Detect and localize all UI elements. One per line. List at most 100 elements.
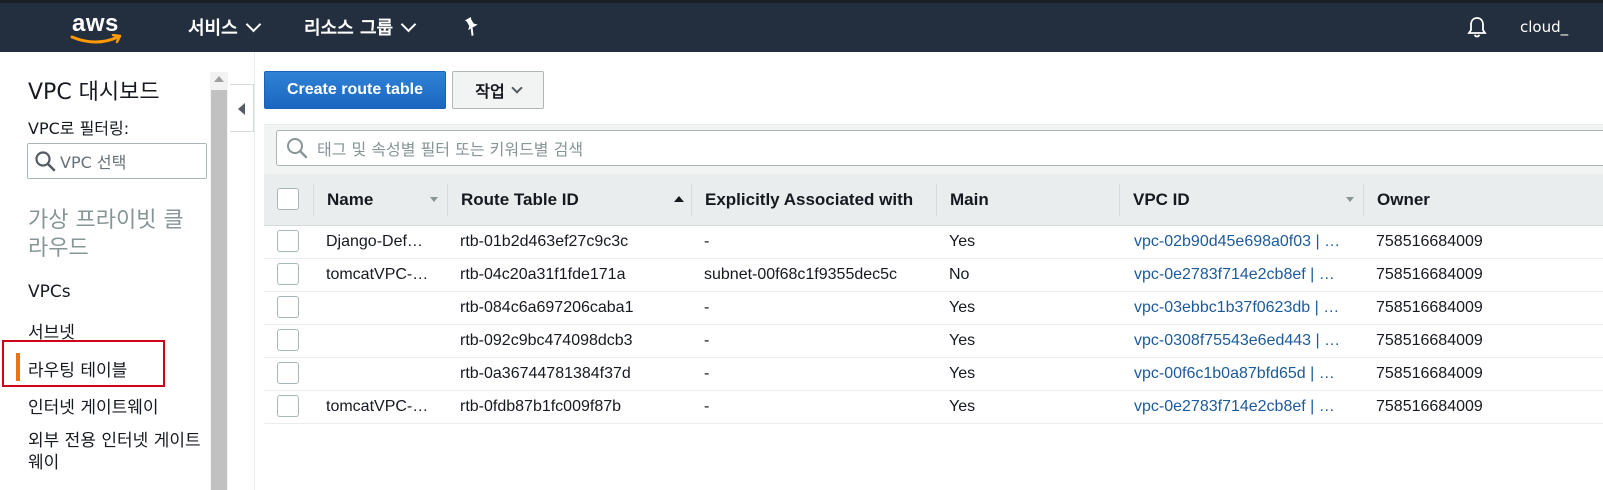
cell-association: - — [704, 232, 710, 250]
cell-association: subnet-00f68c1f9355dec5c — [704, 265, 898, 283]
cell-association: - — [704, 364, 710, 382]
row-checkbox[interactable] — [277, 395, 299, 417]
collapse-sidebar-button[interactable] — [230, 84, 254, 132]
chevron-down-icon — [400, 16, 417, 33]
sort-ascending-icon[interactable] — [674, 196, 684, 202]
vpc-filter-label: VPC로 필터링: — [28, 119, 130, 138]
search-icon — [287, 138, 308, 159]
user-menu[interactable]: cloud_ — [1520, 18, 1568, 36]
row-checkbox[interactable] — [277, 362, 299, 384]
vpc-select[interactable]: VPC 선택 — [27, 143, 207, 179]
column-separator — [1363, 184, 1364, 216]
cell-name: Django-Def… — [326, 232, 423, 250]
select-all-checkbox[interactable] — [277, 188, 299, 210]
cell-name — [326, 324, 441, 357]
resource-groups-menu[interactable]: 리소스 그룹 — [304, 14, 417, 40]
column-separator — [1119, 184, 1120, 216]
table-row[interactable]: tomcatVPC-… rtb-04c20a31f1fde171a subnet… — [264, 258, 1603, 292]
create-route-table-button[interactable]: Create route table — [264, 71, 446, 109]
cell-association: - — [704, 331, 710, 349]
cell-vpc-link[interactable]: vpc-00f6c1b0a87bfd65d | … — [1134, 357, 1359, 390]
search-icon — [35, 151, 56, 172]
cell-route-table-id: rtb-01b2d463ef27c9c3c — [460, 232, 629, 250]
column-header-main[interactable]: Main — [950, 174, 989, 225]
column-separator — [313, 184, 314, 216]
sidebar-section-title: 가상 프라이빗 클라우드 — [28, 208, 184, 261]
search-placeholder: 태그 및 속성별 필터 또는 키워드별 검색 — [317, 140, 584, 159]
cell-owner: 758516684009 — [1376, 298, 1483, 316]
scroll-up-arrow-icon[interactable] — [214, 76, 224, 82]
cell-association: - — [704, 298, 710, 316]
cell-owner: 758516684009 — [1376, 232, 1483, 250]
column-separator — [447, 184, 448, 216]
services-menu[interactable]: 서비스 — [188, 14, 261, 40]
sidebar-item-internet-gateways[interactable]: 인터넷 게이트웨이 — [28, 393, 159, 418]
aws-logo[interactable]: aws — [68, 10, 128, 44]
column-separator — [691, 184, 692, 216]
cell-main: Yes — [949, 364, 976, 382]
sort-icon[interactable] — [430, 197, 438, 202]
sidebar-title[interactable]: VPC 대시보드 — [28, 74, 160, 106]
cell-owner: 758516684009 — [1376, 265, 1483, 283]
bell-icon[interactable] — [1466, 16, 1488, 42]
chevron-down-icon — [511, 82, 523, 94]
chevron-down-icon — [245, 16, 261, 33]
cell-main: Yes — [949, 232, 976, 250]
cell-main: Yes — [949, 298, 976, 316]
resource-groups-label: 리소스 그룹 — [304, 18, 394, 39]
column-header-owner[interactable]: Owner — [1377, 174, 1430, 225]
sidebar: VPC 대시보드 VPC로 필터링: VPC 선택 가상 프라이빗 클라우드 V… — [0, 52, 210, 490]
table-row[interactable]: tomcatVPC-… rtb-0fdb87b1fc009f87b - Yes … — [264, 390, 1603, 424]
cell-main: Yes — [949, 397, 976, 415]
row-checkbox[interactable] — [277, 263, 299, 285]
table-row[interactable]: rtb-0a36744781384f37d - Yes vpc-00f6c1b0… — [264, 357, 1603, 391]
pin-icon[interactable] — [462, 16, 480, 41]
sidebar-divider — [254, 52, 255, 490]
cell-vpc-link[interactable]: vpc-03ebbc1b37f0623db | … — [1134, 291, 1359, 324]
cell-vpc-link[interactable]: vpc-0e2783f714e2cb8ef | … — [1134, 258, 1359, 291]
column-header-explicitly-associated[interactable]: Explicitly Associated with — [705, 174, 913, 225]
table-row[interactable]: rtb-092c9bc474098dcb3 - Yes vpc-0308f755… — [264, 324, 1603, 358]
column-header-vpc-id[interactable]: VPC ID — [1133, 174, 1190, 225]
cell-name: tomcatVPC-… — [326, 265, 429, 283]
actions-label: 작업 — [475, 82, 505, 101]
highlight-box — [2, 340, 165, 387]
top-nav-bar: aws 서비스 리소스 그룹 cloud_ — [0, 0, 1603, 52]
search-input[interactable]: 태그 및 속성별 필터 또는 키워드별 검색 — [276, 130, 1603, 166]
column-header-route-table-id[interactable]: Route Table ID — [461, 174, 579, 225]
cell-vpc-link[interactable]: vpc-0e2783f714e2cb8ef | … — [1134, 390, 1359, 423]
row-checkbox[interactable] — [277, 230, 299, 252]
cell-route-table-id: rtb-092c9bc474098dcb3 — [460, 331, 633, 349]
cell-route-table-id: rtb-04c20a31f1fde171a — [460, 265, 626, 283]
cell-name — [326, 291, 441, 324]
sidebar-item-egress-only-gateways[interactable]: 외부 전용 인터넷 게이트웨이 — [28, 430, 203, 474]
cell-main: No — [949, 265, 970, 283]
cell-route-table-id: rtb-0a36744781384f37d — [460, 364, 631, 382]
services-label: 서비스 — [188, 18, 238, 39]
sidebar-scroll-thumb[interactable] — [211, 90, 227, 490]
cell-owner: 758516684009 — [1376, 331, 1483, 349]
table-row[interactable]: rtb-084c6a697206caba1 - Yes vpc-03ebbc1b… — [264, 291, 1603, 325]
cell-route-table-id: rtb-084c6a697206caba1 — [460, 298, 634, 316]
cell-name — [326, 357, 441, 390]
column-header-name[interactable]: Name — [327, 174, 373, 225]
chevron-left-icon — [238, 103, 245, 115]
row-checkbox[interactable] — [277, 296, 299, 318]
cell-name: tomcatVPC-… — [326, 397, 429, 415]
sidebar-item-vpcs[interactable]: VPCs — [28, 282, 71, 302]
smile-arrow-icon — [70, 34, 122, 44]
cell-route-table-id: rtb-0fdb87b1fc009f87b — [460, 397, 622, 415]
cell-main: Yes — [949, 331, 976, 349]
cell-vpc-link[interactable]: vpc-0308f75543e6ed443 | … — [1134, 324, 1359, 357]
cell-owner: 758516684009 — [1376, 364, 1483, 382]
cell-vpc-link[interactable]: vpc-02b90d45e698a0f03 | … — [1134, 225, 1359, 258]
column-separator — [936, 184, 937, 216]
sort-icon[interactable] — [1346, 197, 1354, 202]
vpc-select-placeholder: VPC 선택 — [60, 153, 127, 172]
table-row[interactable]: Django-Def… rtb-01b2d463ef27c9c3c - Yes … — [264, 225, 1603, 259]
row-checkbox[interactable] — [277, 329, 299, 351]
cell-owner: 758516684009 — [1376, 397, 1483, 415]
actions-dropdown[interactable]: 작업 — [452, 71, 544, 109]
cell-association: - — [704, 397, 710, 415]
table-header: Name Route Table ID Explicitly Associate… — [264, 174, 1603, 226]
